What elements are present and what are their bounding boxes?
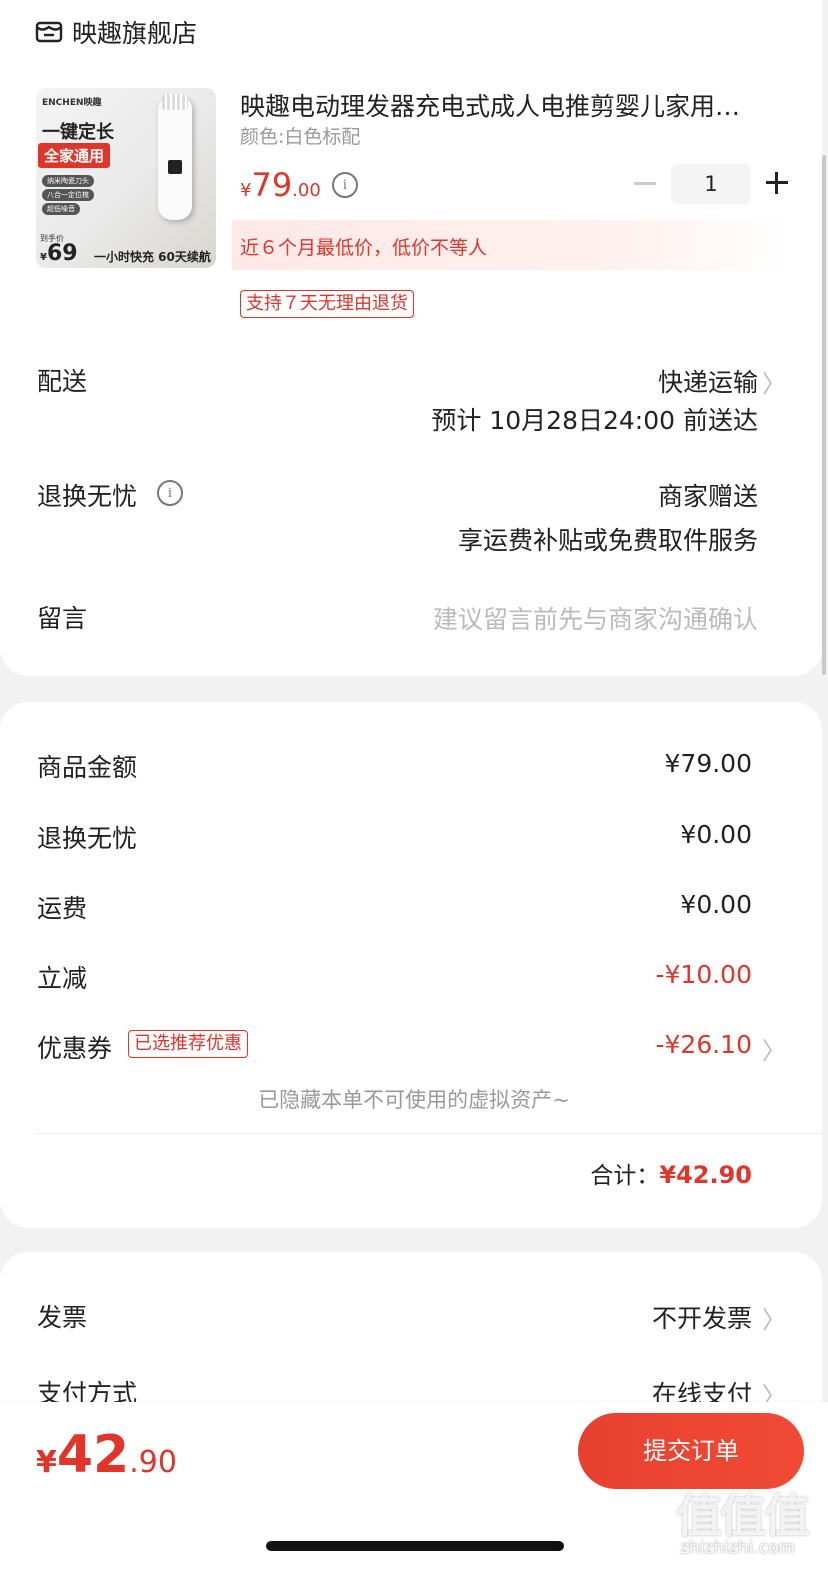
home-indicator [266,1541,564,1551]
quantity-input[interactable]: 1 [671,164,751,204]
worry-free-sub: 享运费补贴或免费取件服务 [457,526,758,555]
clipper-illustration [158,94,192,220]
product-price-dec: .00 [292,180,321,201]
delivery-chevron-icon[interactable]: 〉 [762,364,786,399]
delivery-method[interactable]: 快递运输 [658,363,758,399]
product-image-brand: ENCHEN映趣 [42,98,102,108]
coupon-chevron-icon[interactable]: 〉 [762,1031,786,1066]
invoice-label: 发票 [37,1303,88,1332]
checkout-total: ¥42.90 [36,1425,177,1485]
product-price: ¥79.00 [240,166,321,204]
clipper-display [168,160,182,174]
product-title[interactable]: 映趣电动理发器充电式成人电推剪婴儿家用… [240,87,740,123]
product-price-int: 79 [251,166,293,204]
submit-order-label: 提交订单 [643,1437,739,1465]
submit-order-button[interactable]: 提交订单 [578,1413,804,1489]
product-image-feature: 纳米陶瓷刀头 [42,175,94,187]
product-variant[interactable]: 颜色:白色标配 [240,122,360,149]
checkout-price-symbol: ¥ [36,1445,57,1480]
product-image-price: ¥69 [40,241,78,266]
plus-icon-v [775,172,778,194]
message-input[interactable]: 建议留言前先与商家沟通确认 [433,600,758,636]
quantity-plus-button[interactable] [766,172,788,194]
product-image[interactable]: ENCHEN映趣 一键定长 全家通用 纳米陶瓷刀头 八合一定位梳 超低噪音 到手… [36,88,216,268]
product-image-price-symbol: ¥ [40,252,47,263]
worry-free-label: 退换无忧 [37,482,138,511]
coupon-value[interactable]: -¥26.10 [656,1030,753,1059]
watermark-url: zhizhizhi.com [680,1538,795,1558]
price-info-icon[interactable]: i [332,172,358,198]
worry-free-value: 商家赠送 [657,482,758,511]
store-name[interactable]: 映趣旗舰店 [72,14,197,50]
summary-label: 退换无忧 [37,824,138,853]
scrollbar[interactable] [822,155,826,675]
invoice-chevron-icon[interactable]: 〉 [762,1300,786,1335]
product-image-banner: 全家通用 [38,143,111,168]
shop-icon [35,21,63,43]
message-label: 留言 [37,604,88,633]
summary-value: ¥79.00 [664,749,752,778]
delivery-label: 配送 [37,367,88,396]
hidden-assets-text: 已隐藏本单不可使用的虚拟资产 [258,1088,553,1112]
watermark-glyphs: 值值值 [676,1489,810,1543]
summary-divider [36,1133,822,1134]
product-image-feature: 超低噪音 [42,203,80,215]
summary-label: 运费 [37,894,88,923]
low-price-note: 近６个月最低价，低价不等人 [240,237,488,259]
summary-value: ¥0.00 [680,890,752,919]
product-image-feature: 八合一定位梳 [42,189,94,201]
product-image-price-value: 69 [46,241,78,266]
product-price-symbol: ¥ [240,180,252,201]
summary-total: 合计：¥42.90 [590,1156,752,1190]
clipper-blade [162,94,188,110]
summary-label: 商品金额 [37,753,138,782]
invoice-value[interactable]: 不开发票 [652,1299,752,1335]
checkout-price-int: 42 [56,1425,130,1485]
hidden-assets-note[interactable]: 已隐藏本单不可使用的虚拟资产~ [0,1084,828,1114]
product-image-headline: 一键定长 [42,122,114,143]
total-value: ¥42.90 [659,1161,752,1189]
total-label: 合计： [590,1163,660,1189]
return-policy-tag: 支持７天无理由退货 [240,290,414,318]
checkout-price-dec: .90 [129,1445,177,1480]
coupon-label[interactable]: 优惠券 [37,1029,112,1065]
summary-value: ¥0.00 [680,820,752,849]
quantity-minus-button[interactable] [634,182,656,185]
summary-label: 立减 [37,964,88,993]
coupon-tag: 已选推荐优惠 [128,1030,248,1058]
tilde-icon: ~ [552,1088,570,1112]
delivery-eta: 预计 10月28日24:00 前送达 [431,406,758,435]
product-image-footer: 一小时快充 60天续航 [94,250,211,264]
discount-value: -¥10.00 [655,960,753,989]
worry-free-info-icon[interactable]: i [157,480,183,506]
